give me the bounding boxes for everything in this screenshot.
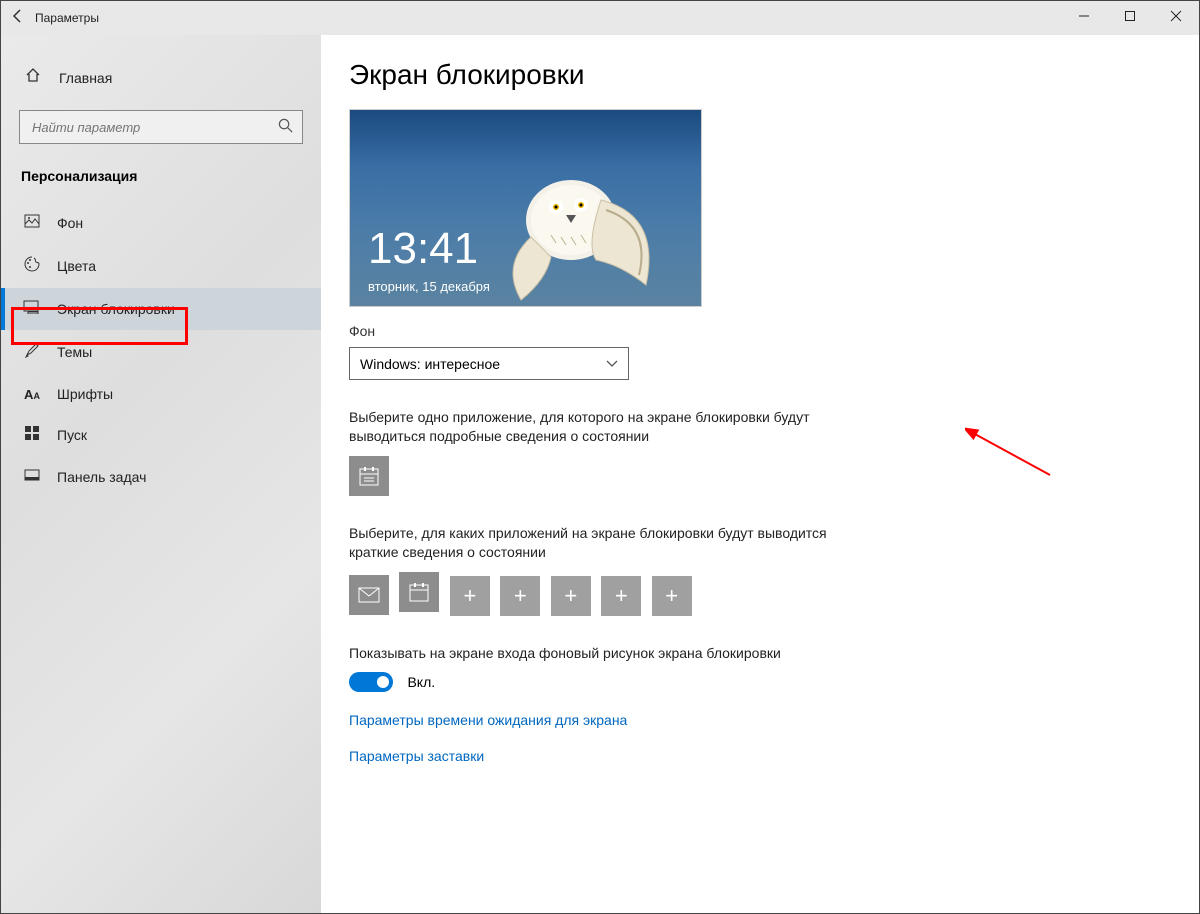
- signin-bg-label: Показывать на экране входа фоновый рисун…: [349, 644, 849, 663]
- font-icon: AA: [21, 387, 43, 402]
- close-button[interactable]: [1153, 1, 1199, 35]
- taskbar-icon: [21, 468, 43, 485]
- sidebar-item-label: Цвета: [57, 258, 96, 274]
- sidebar-item-themes[interactable]: Темы: [1, 330, 321, 374]
- back-button[interactable]: [1, 8, 35, 29]
- detailed-status-label: Выберите одно приложение, для которого н…: [349, 408, 849, 446]
- quick-status-label: Выберите, для каких приложений на экране…: [349, 524, 849, 562]
- sidebar-item-label: Шрифты: [57, 386, 113, 402]
- owl-image: [481, 165, 671, 305]
- start-icon: [21, 426, 43, 444]
- palette-icon: [21, 256, 43, 276]
- maximize-button[interactable]: [1107, 1, 1153, 35]
- sidebar-item-label: Панель задач: [57, 469, 146, 485]
- chevron-down-icon: [606, 357, 618, 371]
- sidebar-item-label: Пуск: [57, 427, 87, 443]
- main-content: Экран блокировки 13:41 вторник, 15: [321, 35, 1199, 913]
- sidebar-item-start[interactable]: Пуск: [1, 414, 321, 456]
- sidebar-item-colors[interactable]: Цвета: [1, 244, 321, 288]
- screen-timeout-link[interactable]: Параметры времени ожидания для экрана: [349, 712, 1159, 728]
- sidebar-item-lockscreen[interactable]: Экран блокировки: [1, 288, 321, 330]
- sidebar-item-background[interactable]: Фон: [1, 202, 321, 244]
- sidebar-home[interactable]: Главная: [1, 57, 321, 98]
- signin-bg-toggle[interactable]: [349, 672, 393, 692]
- quick-app-add-4[interactable]: +: [601, 576, 641, 616]
- quick-app-add-3[interactable]: +: [551, 576, 591, 616]
- preview-time: 13:41: [368, 224, 478, 274]
- sidebar-item-fonts[interactable]: AA Шрифты: [1, 374, 321, 414]
- search-icon: [278, 118, 293, 137]
- plus-icon: +: [615, 583, 628, 609]
- search-input[interactable]: [19, 110, 303, 144]
- search-box[interactable]: [19, 110, 303, 144]
- minimize-button[interactable]: [1061, 1, 1107, 35]
- home-icon: [21, 67, 45, 88]
- mail-icon: [358, 587, 380, 603]
- plus-icon: +: [665, 583, 678, 609]
- quick-app-add-2[interactable]: +: [500, 576, 540, 616]
- window-title: Параметры: [35, 11, 99, 25]
- titlebar: Параметры: [1, 1, 1199, 35]
- lockscreen-icon: [21, 300, 43, 318]
- toggle-knob: [377, 676, 389, 688]
- quick-app-add-1[interactable]: +: [450, 576, 490, 616]
- sidebar-item-taskbar[interactable]: Панель задач: [1, 456, 321, 497]
- detailed-app-button[interactable]: [349, 456, 389, 496]
- screensaver-link[interactable]: Параметры заставки: [349, 748, 1159, 764]
- preview-date: вторник, 15 декабря: [368, 279, 490, 294]
- sidebar-item-label: Темы: [57, 344, 92, 360]
- toggle-state-label: Вкл.: [407, 674, 435, 690]
- sidebar-item-label: Фон: [57, 215, 83, 231]
- plus-icon: +: [564, 583, 577, 609]
- background-dropdown[interactable]: Windows: интересное: [349, 347, 629, 380]
- lockscreen-preview[interactable]: 13:41 вторник, 15 декабря: [349, 109, 702, 307]
- quick-app-add-5[interactable]: +: [652, 576, 692, 616]
- calendar-icon: [408, 581, 430, 603]
- picture-icon: [21, 214, 43, 232]
- quick-app-calendar[interactable]: [399, 572, 439, 612]
- calendar-icon: [358, 465, 380, 487]
- dropdown-value: Windows: интересное: [360, 356, 500, 372]
- brush-icon: [21, 342, 43, 362]
- quick-app-mail[interactable]: [349, 575, 389, 615]
- sidebar: Главная Персонализация Фон Цвета Экран б…: [1, 35, 321, 913]
- plus-icon: +: [463, 583, 476, 609]
- background-label: Фон: [349, 323, 1159, 339]
- category-title: Персонализация: [1, 162, 321, 202]
- sidebar-home-label: Главная: [59, 70, 112, 86]
- sidebar-item-label: Экран блокировки: [57, 301, 175, 317]
- plus-icon: +: [514, 583, 527, 609]
- page-heading: Экран блокировки: [349, 59, 1159, 91]
